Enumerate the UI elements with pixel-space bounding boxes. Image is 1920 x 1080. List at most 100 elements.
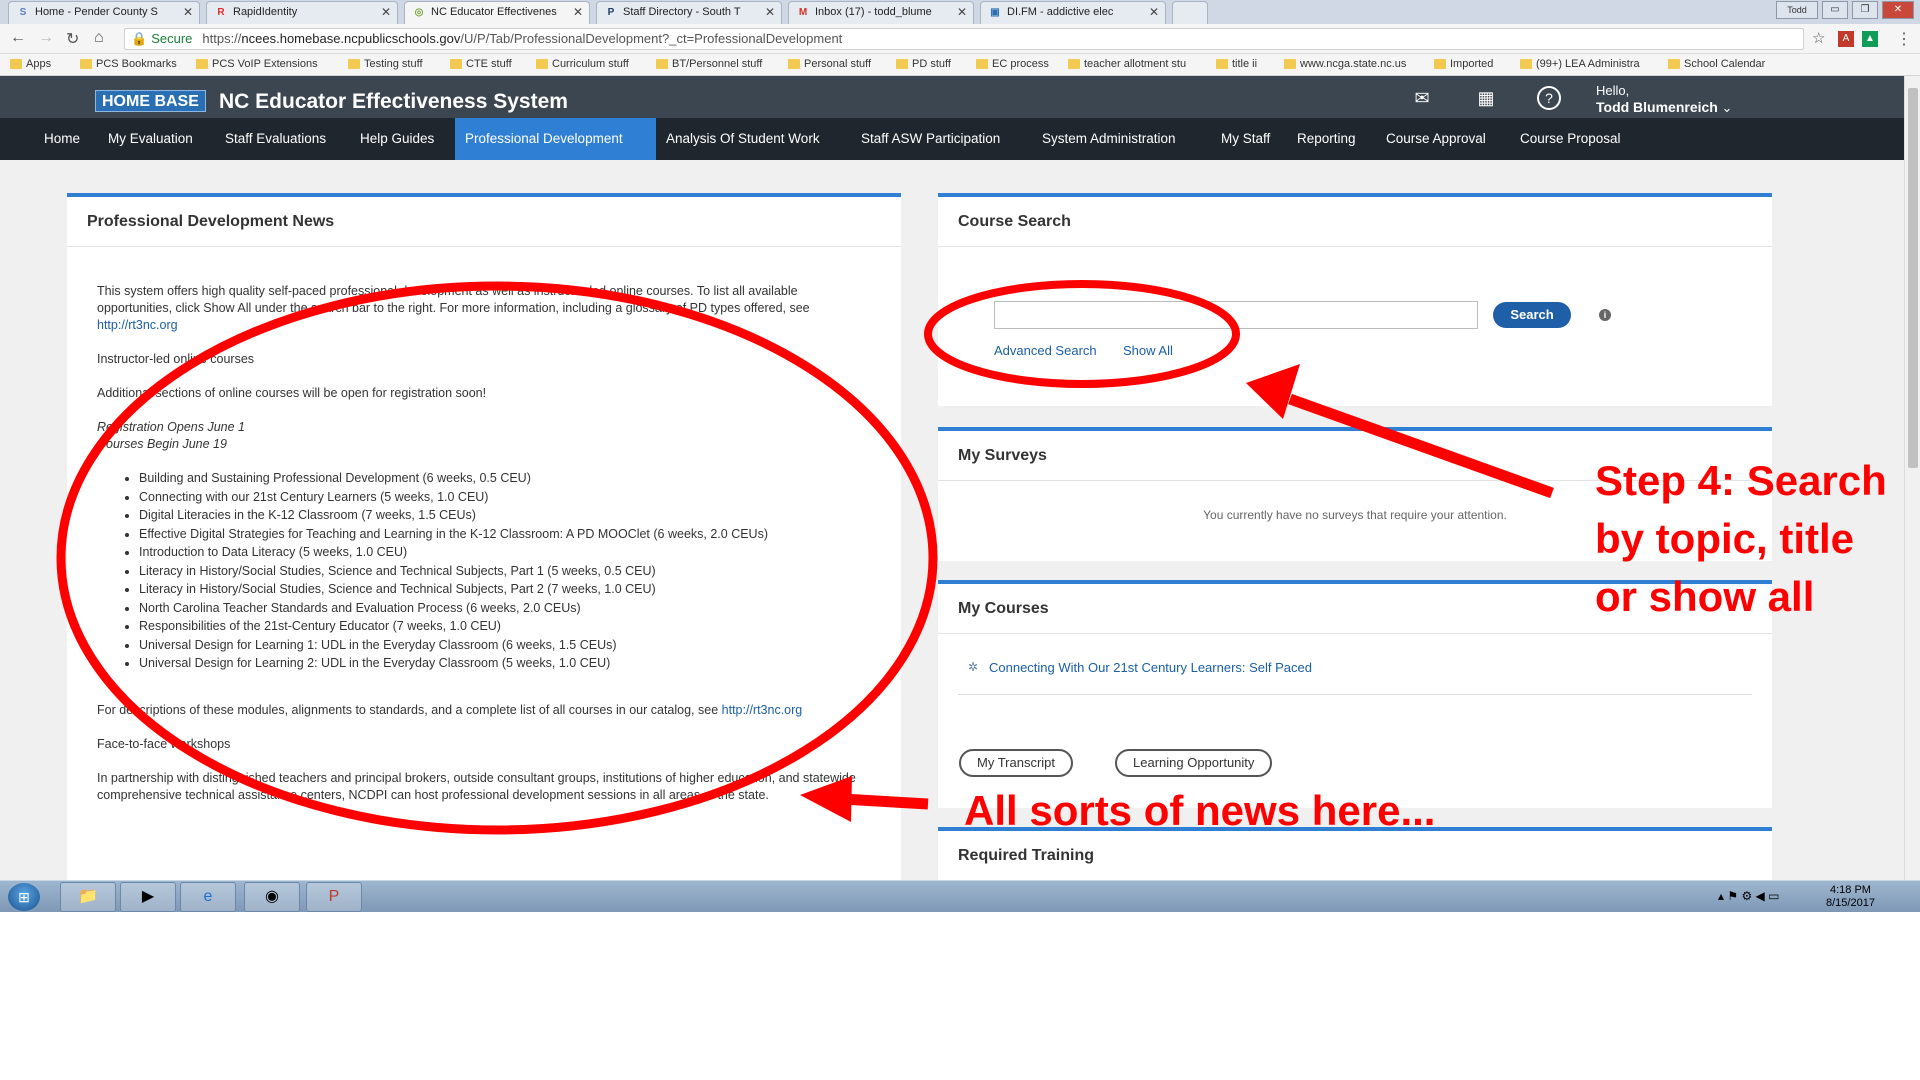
forward-icon[interactable]: → xyxy=(38,29,54,47)
url-path: /U/P/Tab/ProfessionalDevelopment?_ct=Pro… xyxy=(460,31,843,46)
chrome-icon[interactable]: ◉ xyxy=(244,882,300,912)
tab-inbox[interactable]: M Inbox (17) - todd_blume ✕ xyxy=(788,1,974,24)
show-all-link[interactable]: Show All xyxy=(1123,343,1173,358)
my-transcript-button[interactable]: My Transcript xyxy=(959,749,1074,777)
calendar-icon[interactable]: ▦ xyxy=(1474,86,1498,110)
bookmark-ncga[interactable]: www.ncga.state.nc.us xyxy=(1282,58,1406,70)
news-panel: Professional Development News This syste… xyxy=(67,193,901,880)
tray-icons[interactable]: ▴ ⚑ ⚙ ◀ ▭ xyxy=(1718,889,1779,903)
bookmark-pcs-voip[interactable]: PCS VoIP Extensions xyxy=(194,58,318,70)
powerpoint-icon[interactable]: P xyxy=(306,882,362,912)
tab-staff-directory[interactable]: P Staff Directory - South T ✕ xyxy=(596,1,782,24)
close-icon[interactable]: ✕ xyxy=(1149,5,1159,19)
user-badge: Todd xyxy=(1776,1,1818,19)
minimize-icon[interactable]: ▭ xyxy=(1822,1,1848,19)
media-player-icon[interactable]: ▶ xyxy=(120,882,176,912)
home-icon[interactable]: ⌂ xyxy=(94,29,104,47)
nav-system-administration[interactable]: System Administration xyxy=(1032,118,1186,160)
bookmark-cte[interactable]: CTE stuff xyxy=(448,58,512,70)
self-paced-icon: ✲ xyxy=(968,660,979,674)
nav-staff-evaluations[interactable]: Staff Evaluations xyxy=(215,118,336,160)
close-icon[interactable]: ✕ xyxy=(573,5,583,19)
tab-label: Inbox (17) - todd_blume xyxy=(815,6,932,18)
course-search-input[interactable] xyxy=(994,301,1478,329)
bookmark-lea-admin[interactable]: (99+) LEA Administra xyxy=(1518,58,1640,70)
list-item: Connecting with our 21st Century Learner… xyxy=(139,489,871,506)
bookmark-title-ii[interactable]: title ii xyxy=(1214,58,1257,70)
list-item: North Carolina Teacher Standards and Eva… xyxy=(139,600,871,617)
info-icon[interactable]: i xyxy=(1599,309,1611,321)
bookmark-ec-process[interactable]: EC process xyxy=(974,58,1049,70)
help-icon[interactable]: ? xyxy=(1537,86,1561,110)
app-title: NC Educator Effectiveness System xyxy=(219,90,568,113)
list-item: Universal Design for Learning 1: UDL in … xyxy=(139,637,871,654)
menu-icon[interactable]: ⋮ xyxy=(1896,29,1912,49)
explorer-icon[interactable]: 📁 xyxy=(60,882,116,912)
star-icon[interactable]: ☆ xyxy=(1812,29,1825,47)
mail-icon[interactable]: ✉ xyxy=(1410,86,1434,110)
bookmark-school-calendar[interactable]: School Calendar xyxy=(1666,58,1765,70)
search-button[interactable]: Search xyxy=(1493,302,1571,328)
rt3nc-link[interactable]: http://rt3nc.org xyxy=(97,318,178,332)
close-icon[interactable]: ✕ xyxy=(765,5,775,19)
ie-icon[interactable]: e xyxy=(180,882,236,912)
nav-help-guides[interactable]: Help Guides xyxy=(350,118,444,160)
clock[interactable]: 4:18 PM 8/15/2017 xyxy=(1826,884,1875,910)
page-scrollbar[interactable] xyxy=(1904,76,1920,880)
nav-my-evaluation[interactable]: My Evaluation xyxy=(98,118,203,160)
bookmark-apps[interactable]: Apps xyxy=(8,58,51,70)
close-window-icon[interactable]: ✕ xyxy=(1882,1,1914,19)
tab-difm[interactable]: ▣ DI.FM - addictive elec ✕ xyxy=(980,1,1166,24)
bookmark-curriculum[interactable]: Curriculum stuff xyxy=(534,58,629,70)
nav-reporting[interactable]: Reporting xyxy=(1287,118,1366,160)
bookmark-teacher-allotment[interactable]: teacher allotment stu xyxy=(1066,58,1186,70)
back-icon[interactable]: ← xyxy=(10,29,26,47)
advanced-search-link[interactable]: Advanced Search xyxy=(994,343,1097,358)
course-search-panel: Course Search Search i Advanced Search S… xyxy=(938,193,1772,406)
rt3nc-link-2[interactable]: http://rt3nc.org xyxy=(722,703,803,717)
learning-opportunity-button[interactable]: Learning Opportunity xyxy=(1115,749,1273,777)
reload-icon[interactable]: ↻ xyxy=(66,29,79,49)
user-name: Todd Blumenreich xyxy=(1596,99,1718,115)
tab-home-pender[interactable]: S Home - Pender County S ✕ xyxy=(8,1,200,24)
start-button[interactable]: ⊞ xyxy=(8,883,40,911)
nav-staff-asw[interactable]: Staff ASW Participation xyxy=(851,118,1010,160)
tab-nc-educator[interactable]: ◎ NC Educator Effectivenes ✕ xyxy=(404,1,590,24)
chevron-down-icon: ⌄ xyxy=(1721,100,1733,115)
nav-course-approval[interactable]: Course Approval xyxy=(1376,118,1496,160)
home-base-logo[interactable]: HOME BASE xyxy=(95,90,206,112)
news-descriptions: For descriptions of these modules, align… xyxy=(97,703,719,717)
tab-favicon: R xyxy=(217,7,225,18)
bookmarks-bar: Apps PCS Bookmarks PCS VoIP Extensions T… xyxy=(0,54,1920,76)
nav-analysis-student-work[interactable]: Analysis Of Student Work xyxy=(656,118,830,160)
drive-extension-icon[interactable]: ▲ xyxy=(1862,31,1878,47)
bookmark-pcs-bookmarks[interactable]: PCS Bookmarks xyxy=(78,58,177,70)
nav-professional-development[interactable]: Professional Development xyxy=(455,118,656,160)
close-icon[interactable]: ✕ xyxy=(183,5,193,19)
nav-home[interactable]: Home xyxy=(34,118,90,160)
new-tab-button[interactable] xyxy=(1172,1,1208,24)
restore-icon[interactable]: ❐ xyxy=(1852,1,1878,19)
nav-course-proposal[interactable]: Course Proposal xyxy=(1510,118,1631,160)
bookmark-testing[interactable]: Testing stuff xyxy=(346,58,423,70)
list-item: Literacy in History/Social Studies, Scie… xyxy=(139,581,871,598)
close-icon[interactable]: ✕ xyxy=(381,5,391,19)
nav-my-staff[interactable]: My Staff xyxy=(1211,118,1280,160)
bookmark-bt-personnel[interactable]: BT/Personnel stuff xyxy=(654,58,762,70)
main-nav: Home My Evaluation Staff Evaluations Hel… xyxy=(0,118,1920,160)
news-intro: This system offers high quality self-pac… xyxy=(97,284,810,315)
url-field[interactable]: 🔒 Secure https://ncees.homebase.ncpublicsc… xyxy=(124,28,1804,50)
bookmark-personal[interactable]: Personal stuff xyxy=(786,58,871,70)
course-link[interactable]: Connecting With Our 21st Century Learner… xyxy=(989,660,1312,675)
user-menu[interactable]: Hello, Todd Blumenreich ⌄ xyxy=(1596,83,1732,116)
pdf-extension-icon[interactable]: A xyxy=(1838,31,1854,47)
tab-rapididentity[interactable]: R RapidIdentity ✕ xyxy=(206,1,398,24)
required-training-title: Required Training xyxy=(958,847,1095,864)
close-icon[interactable]: ✕ xyxy=(957,5,967,19)
scrollbar-thumb[interactable] xyxy=(1908,88,1918,468)
bookmark-pd[interactable]: PD stuff xyxy=(894,58,951,70)
bookmark-imported[interactable]: Imported xyxy=(1432,58,1493,70)
tab-label: DI.FM - addictive elec xyxy=(1007,6,1114,18)
browser-window: S Home - Pender County S ✕ R RapidIdenti… xyxy=(0,0,1920,880)
step4-line-1: Step 4: Search xyxy=(1595,457,1887,504)
